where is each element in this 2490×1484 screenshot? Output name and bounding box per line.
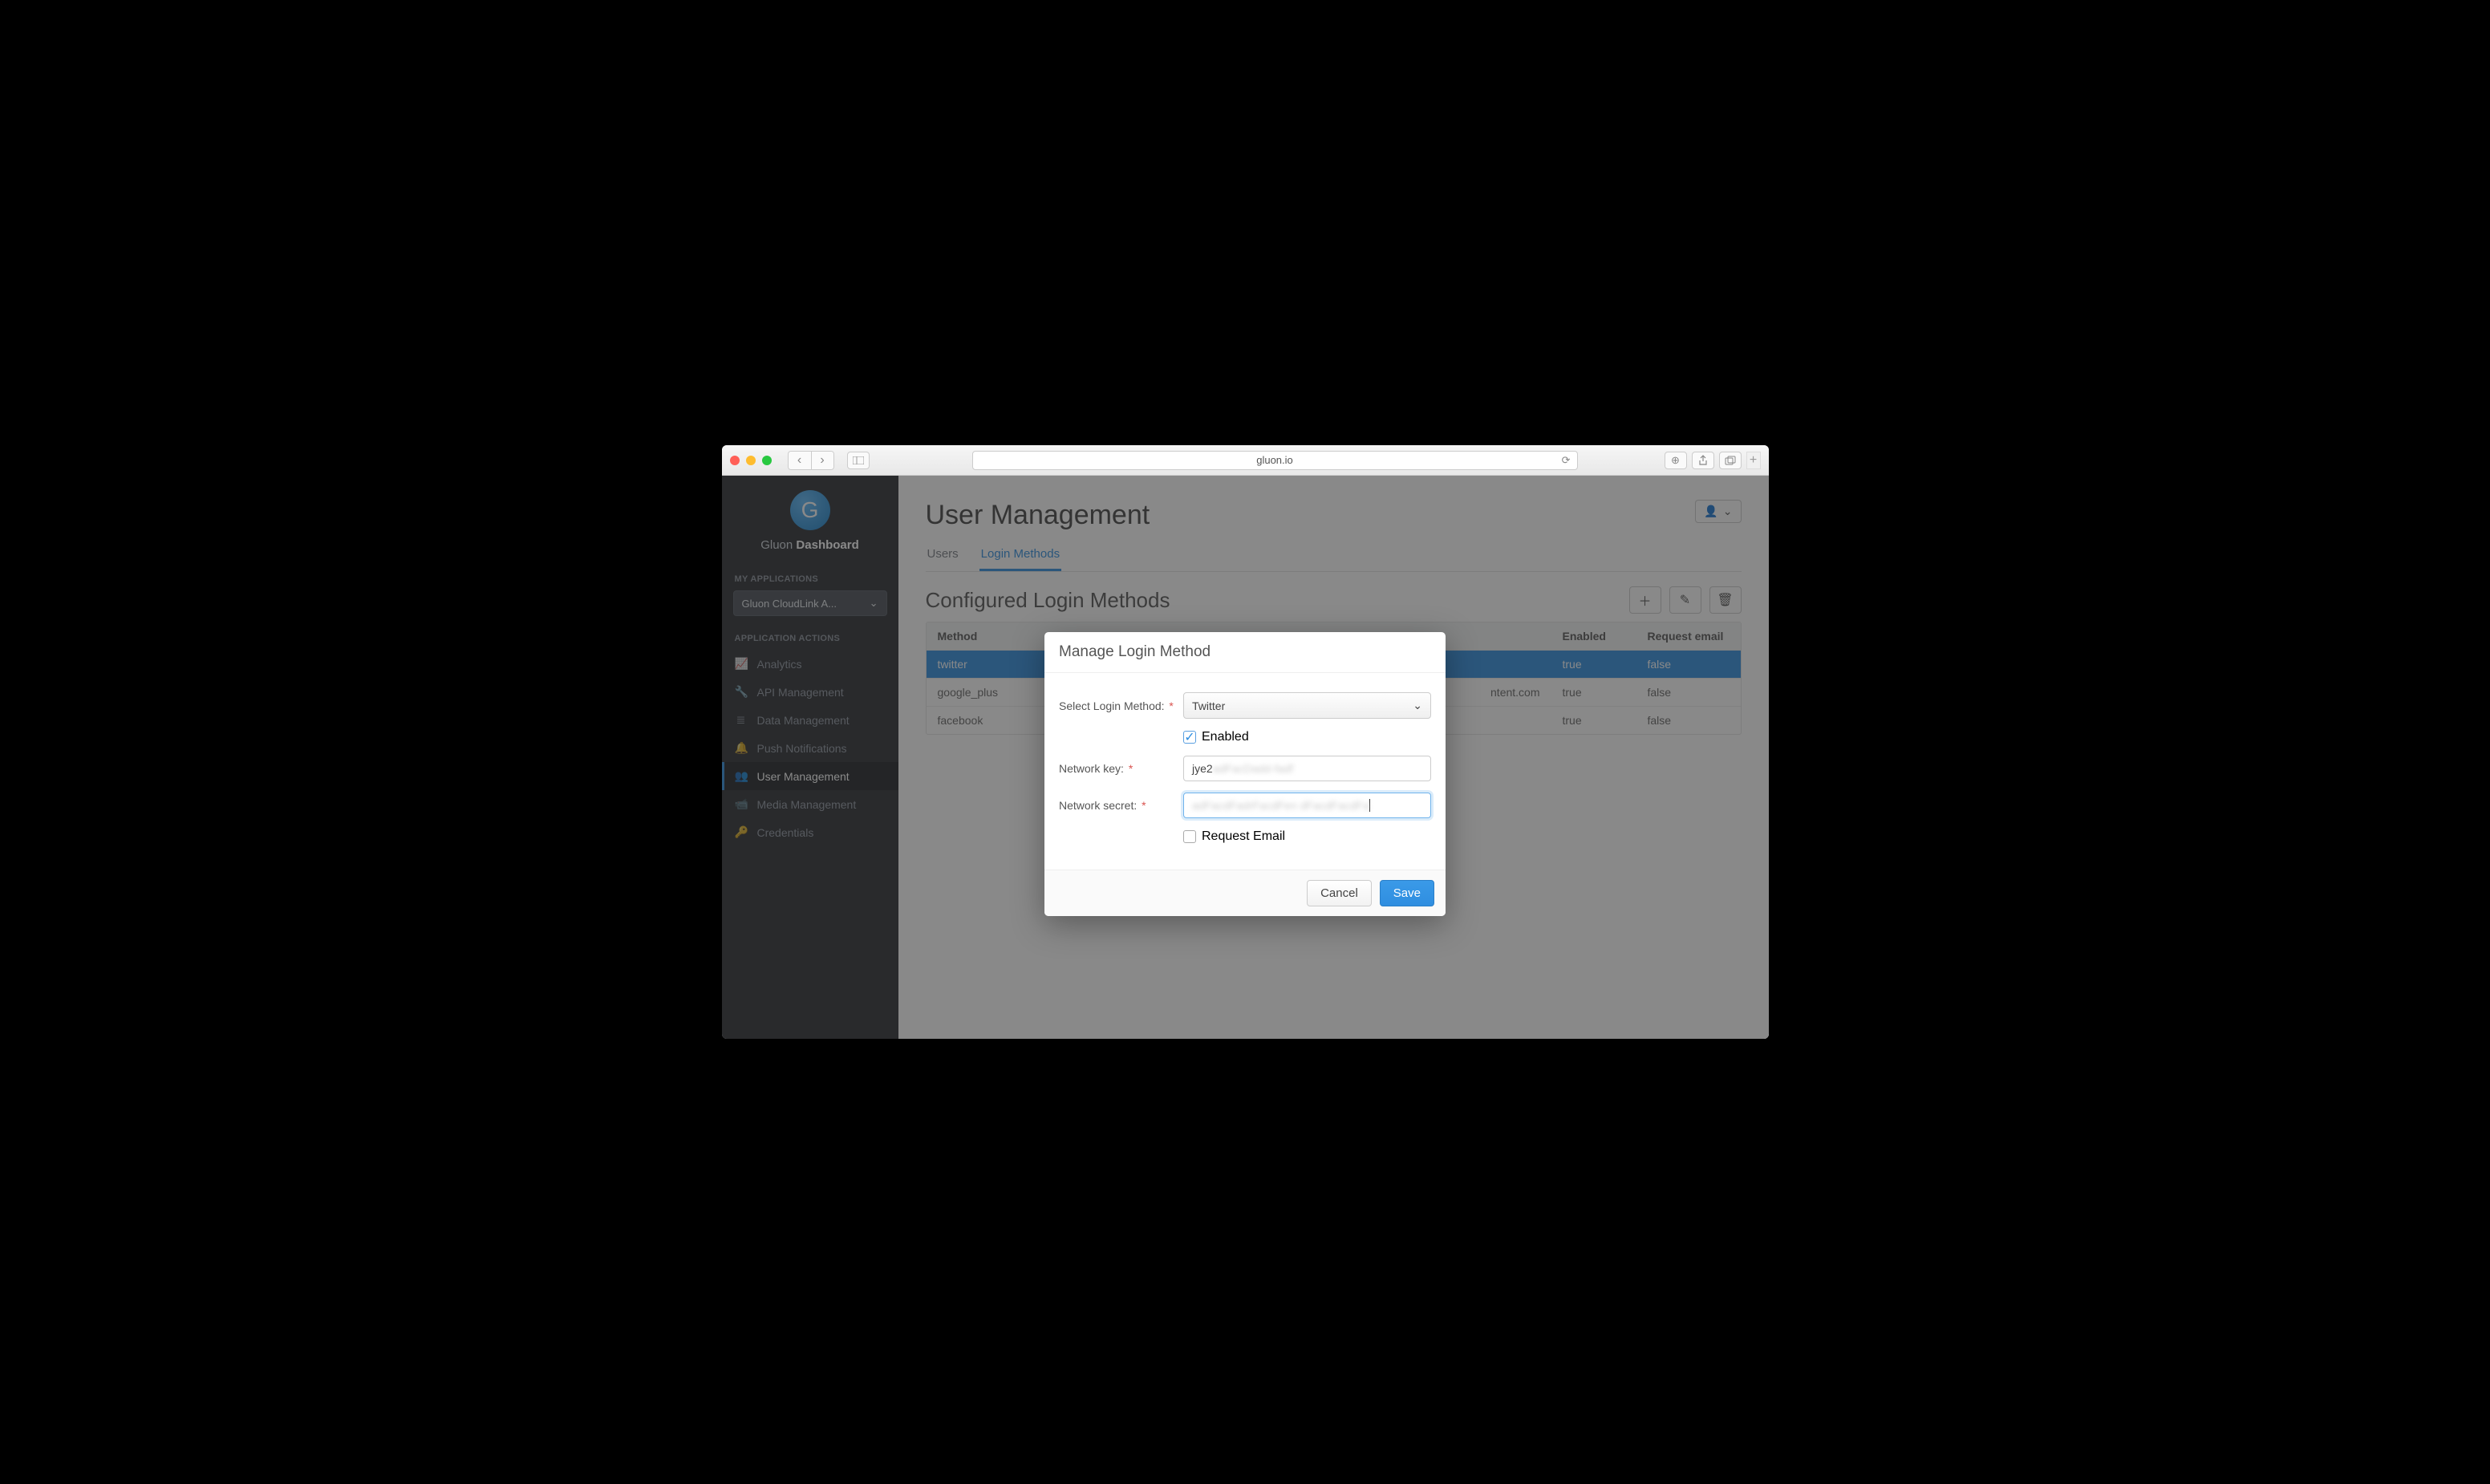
redacted-text: adFacDadd-fadf xyxy=(1213,762,1293,775)
new-tab-button[interactable]: + xyxy=(1746,452,1761,469)
tabs-button[interactable] xyxy=(1719,452,1742,469)
chevron-down-icon: ⌄ xyxy=(1413,699,1422,712)
manage-login-method-dialog: Manage Login Method Select Login Method:… xyxy=(1044,632,1446,916)
back-button[interactable]: ‹ xyxy=(789,452,811,469)
redacted-text: adFacdFadrFacdFen dFacdFacdFa xyxy=(1192,799,1369,812)
modal-title: Manage Login Method xyxy=(1044,632,1446,673)
refresh-icon[interactable]: ⟳ xyxy=(1562,454,1571,467)
network-key-input[interactable]: jye2adFacDadd-fadf xyxy=(1183,756,1431,781)
browser-window: ‹ › gluon.io ⟳ ⊕ + G Gluon Dashboard MY … xyxy=(722,445,1769,1039)
request-email-checkbox-label[interactable]: Request Email xyxy=(1183,829,1285,843)
sidebar-toggle-button[interactable] xyxy=(847,452,870,469)
required-marker: * xyxy=(1169,699,1173,712)
label-network-key: Network key: xyxy=(1059,762,1124,775)
required-marker: * xyxy=(1129,762,1133,775)
save-button[interactable]: Save xyxy=(1380,880,1434,906)
label-select-method: Select Login Method: xyxy=(1059,699,1165,712)
minimize-window-button[interactable] xyxy=(746,456,756,465)
sidebar-icon xyxy=(853,456,864,464)
window-controls xyxy=(730,456,772,465)
share-button[interactable] xyxy=(1692,452,1714,469)
request-email-checkbox[interactable] xyxy=(1183,830,1196,843)
modal-overlay[interactable]: Manage Login Method Select Login Method:… xyxy=(722,476,1769,1039)
enabled-checkbox-label[interactable]: ✓Enabled xyxy=(1183,730,1249,744)
share-icon xyxy=(1698,455,1708,466)
download-button[interactable]: ⊕ xyxy=(1665,452,1687,469)
login-method-value: Twitter xyxy=(1192,699,1225,712)
login-method-select[interactable]: Twitter ⌄ xyxy=(1183,692,1431,719)
enabled-checkbox[interactable]: ✓ xyxy=(1183,731,1196,744)
forward-button[interactable]: › xyxy=(811,452,833,469)
tabs-icon xyxy=(1725,456,1736,465)
address-bar[interactable]: gluon.io ⟳ xyxy=(972,451,1578,470)
zoom-window-button[interactable] xyxy=(762,456,772,465)
text-cursor xyxy=(1369,799,1371,812)
browser-chrome: ‹ › gluon.io ⟳ ⊕ + xyxy=(722,445,1769,476)
required-marker: * xyxy=(1142,799,1146,812)
network-secret-input[interactable]: adFacdFadrFacdFen dFacdFacdFa xyxy=(1183,793,1431,818)
url-text: gluon.io xyxy=(1256,454,1293,466)
cancel-button[interactable]: Cancel xyxy=(1307,880,1372,906)
label-network-secret: Network secret: xyxy=(1059,799,1137,812)
close-window-button[interactable] xyxy=(730,456,740,465)
app-content: G Gluon Dashboard MY APPLICATIONS Gluon … xyxy=(722,476,1769,1039)
